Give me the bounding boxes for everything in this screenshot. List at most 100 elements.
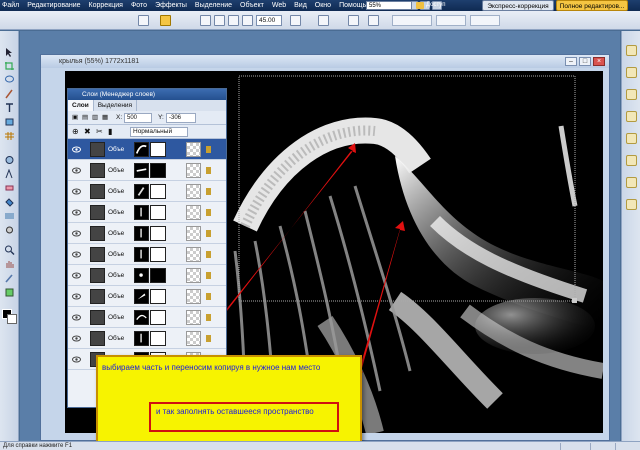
menu-view[interactable]: Вид [290, 2, 311, 9]
blend-mode-select[interactable]: Нормальный [130, 127, 188, 137]
crop-tool-icon[interactable] [4, 61, 15, 71]
layer-lock-icon[interactable] [206, 146, 211, 153]
tab-layers[interactable]: Слои [68, 100, 94, 111]
pick-tool-icon[interactable] [4, 47, 15, 57]
layer-visibility-icon[interactable] [72, 271, 81, 280]
angle-input[interactable]: 45.00 [256, 15, 282, 26]
option-dropdown-2[interactable] [436, 15, 466, 26]
layer-visibility-icon[interactable] [72, 229, 81, 238]
menu-web[interactable]: Web [268, 2, 290, 9]
layer-visibility-icon[interactable] [72, 313, 81, 322]
fill-tool-icon[interactable] [4, 197, 15, 207]
brush-tool-icon[interactable] [4, 89, 15, 99]
menu-help[interactable]: Помощь [335, 2, 370, 9]
layer-row[interactable]: Объе [68, 244, 226, 265]
x-coord-input[interactable]: 500 [124, 113, 152, 123]
layer-props-icon[interactable]: ▣ [72, 113, 78, 123]
layer-lock-icon[interactable] [206, 272, 211, 279]
new-layer-icon[interactable]: ⊕ [72, 127, 79, 136]
menu-window[interactable]: Окно [311, 2, 335, 9]
dodge-tool-icon[interactable] [4, 225, 15, 235]
grid-tool-icon[interactable] [4, 131, 15, 141]
clone-tool-icon[interactable] [4, 155, 15, 165]
move-mode-icon[interactable] [138, 15, 149, 26]
layer-visibility-icon[interactable] [72, 187, 81, 196]
minimize-icon[interactable]: – [565, 57, 577, 66]
layer-visibility-icon[interactable] [72, 145, 81, 154]
layer-visibility-icon[interactable] [72, 250, 81, 259]
distribute-icon[interactable] [348, 15, 359, 26]
layer-row[interactable]: Объе [68, 307, 226, 328]
y-coord-input[interactable]: -306 [166, 113, 196, 123]
layer-new-icon[interactable]: ▤ [82, 113, 88, 123]
menu-effects[interactable]: Эффекты [151, 2, 191, 9]
layer-lock-icon[interactable] [206, 335, 211, 342]
lasso-tool-icon[interactable] [4, 75, 15, 85]
menu-object[interactable]: Объект [236, 2, 268, 9]
lock-icon[interactable]: ▮ [108, 127, 112, 136]
transform-mode-icon[interactable] [160, 15, 171, 26]
align-icon[interactable] [290, 15, 301, 26]
background-color-swatch[interactable] [7, 314, 17, 324]
eraser-tool-icon[interactable] [4, 183, 15, 193]
palette-8-icon[interactable] [626, 199, 637, 210]
arrange-icon[interactable] [318, 15, 329, 26]
layer-visibility-icon[interactable] [72, 166, 81, 175]
palette-4-icon[interactable] [626, 111, 637, 122]
scale-icon[interactable] [214, 15, 225, 26]
close-icon[interactable]: × [593, 57, 605, 66]
layer-visibility-icon[interactable] [72, 292, 81, 301]
layer-lock-icon[interactable] [206, 251, 211, 258]
layer-row[interactable]: Объе [68, 223, 226, 244]
layer-row[interactable]: Объе [68, 328, 226, 349]
layer-visibility-icon[interactable] [72, 208, 81, 217]
menu-photo[interactable]: Фото [127, 2, 151, 9]
layer-lock-icon[interactable] [206, 167, 211, 174]
layer-row[interactable]: Объе [68, 286, 226, 307]
layer-visibility-icon[interactable] [72, 355, 81, 364]
palette-5-icon[interactable] [626, 133, 637, 144]
layer-lock-icon[interactable] [206, 230, 211, 237]
zoom-tool-icon[interactable] [4, 245, 15, 255]
rotate-icon[interactable] [200, 15, 211, 26]
layer-row[interactable]: Объе [68, 202, 226, 223]
hand-tool-icon[interactable] [4, 259, 15, 269]
layer-visibility-icon[interactable] [72, 334, 81, 343]
layer-merge-icon[interactable]: ▦ [102, 113, 108, 123]
shape-tool-icon[interactable] [4, 117, 15, 127]
palette-6-icon[interactable] [626, 155, 637, 166]
eyedropper-tool-icon[interactable] [4, 273, 15, 283]
layer-row[interactable]: Объе [68, 181, 226, 202]
palette-1-icon[interactable] [626, 45, 637, 56]
maximize-icon[interactable]: □ [579, 57, 591, 66]
palette-3-icon[interactable] [626, 89, 637, 100]
palette-2-icon[interactable] [626, 67, 637, 78]
full-edit-button[interactable]: Полное редактиров... [556, 0, 628, 11]
menu-file[interactable]: Файл [0, 2, 23, 9]
menu-adjust[interactable]: Коррекция [85, 2, 127, 9]
skew-icon[interactable] [228, 15, 239, 26]
layer-lock-icon[interactable] [206, 314, 211, 321]
layer-row[interactable]: Объе [68, 139, 226, 160]
smart-fill-tool-icon[interactable] [4, 287, 15, 297]
delete-layer-icon[interactable]: ✖ [84, 127, 91, 136]
palette-7-icon[interactable] [626, 177, 637, 188]
scissors-icon[interactable]: ✂ [96, 127, 103, 136]
gradient-tool-icon[interactable] [4, 211, 15, 221]
layer-row[interactable]: Объе [68, 265, 226, 286]
option-dropdown-1[interactable] [392, 15, 432, 26]
tab-selections[interactable]: Выделения [94, 100, 138, 111]
layer-dup-icon[interactable]: ▥ [92, 113, 98, 123]
pen-tool-icon[interactable] [4, 169, 15, 179]
group-icon[interactable] [368, 15, 379, 26]
layer-lock-icon[interactable] [206, 188, 211, 195]
layer-lock-icon[interactable] [206, 293, 211, 300]
option-dropdown-3[interactable] [470, 15, 500, 26]
access-button[interactable]: Доступ [416, 1, 446, 10]
layer-row[interactable]: Объе [68, 160, 226, 181]
zoom-combo[interactable]: 55% [366, 1, 412, 10]
menu-selection[interactable]: Выделение [191, 2, 236, 9]
menu-edit[interactable]: Редактирование [23, 2, 84, 9]
text-tool-icon[interactable] [4, 103, 15, 113]
layer-lock-icon[interactable] [206, 209, 211, 216]
